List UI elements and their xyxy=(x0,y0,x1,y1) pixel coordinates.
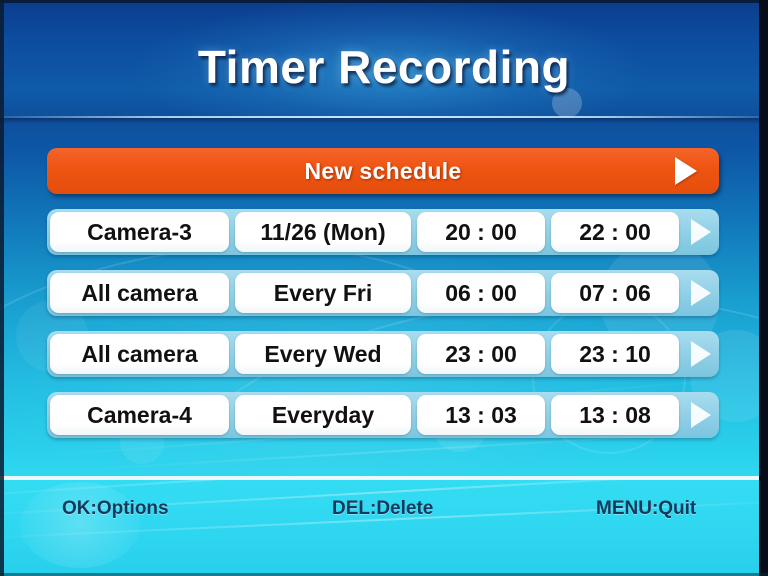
triangle-right-icon[interactable] xyxy=(682,209,719,255)
frame-edge-top xyxy=(0,0,768,3)
schedule-list: New schedule Camera-3 11/26 (Mon) 20 : 0… xyxy=(47,148,719,453)
schedule-when[interactable]: Every Fri xyxy=(235,273,411,313)
schedule-end-time[interactable]: 23 : 10 xyxy=(551,334,679,374)
page-title: Timer Recording xyxy=(197,41,571,93)
schedule-start-time[interactable]: 06 : 00 xyxy=(417,273,545,313)
new-schedule-row[interactable]: New schedule xyxy=(47,148,719,194)
triangle-right-icon[interactable] xyxy=(682,392,719,438)
triangle-right-icon[interactable] xyxy=(682,331,719,377)
table-row[interactable]: Camera-3 11/26 (Mon) 20 : 00 22 : 00 xyxy=(47,209,719,255)
new-schedule-label: New schedule xyxy=(304,157,462,184)
schedule-when[interactable]: Every Wed xyxy=(235,334,411,374)
statusbar-items: OK:Options DEL:Delete MENU:Quit xyxy=(0,480,768,540)
schedule-start-time[interactable]: 13 : 03 xyxy=(417,395,545,435)
schedule-camera[interactable]: All camera xyxy=(50,273,229,313)
triangle-right-icon[interactable] xyxy=(682,270,719,316)
schedule-camera[interactable]: Camera-4 xyxy=(50,395,229,435)
triangle-right-icon xyxy=(675,157,697,185)
statusbar-hint-ok[interactable]: OK:Options xyxy=(62,498,169,520)
frame-edge-right xyxy=(759,0,768,576)
table-row[interactable]: Camera-4 Everyday 13 : 03 13 : 08 xyxy=(47,392,719,438)
frame-edge-left xyxy=(0,0,4,576)
schedule-start-time[interactable]: 23 : 00 xyxy=(417,334,545,374)
schedule-camera[interactable]: All camera xyxy=(50,334,229,374)
statusbar: OK:Options DEL:Delete MENU:Quit xyxy=(0,480,768,576)
schedule-end-time[interactable]: 13 : 08 xyxy=(551,395,679,435)
schedule-camera[interactable]: Camera-3 xyxy=(50,212,229,252)
statusbar-hint-del[interactable]: DEL:Delete xyxy=(332,498,433,520)
schedule-end-time[interactable]: 22 : 00 xyxy=(551,212,679,252)
tv-osd-screen: Timer Recording New schedule Camera-3 11… xyxy=(0,0,768,576)
schedule-when[interactable]: 11/26 (Mon) xyxy=(235,212,411,252)
table-row[interactable]: All camera Every Fri 06 : 00 07 : 06 xyxy=(47,270,719,316)
page-title-container: Timer Recording xyxy=(0,40,768,94)
schedule-start-time[interactable]: 20 : 00 xyxy=(417,212,545,252)
table-row[interactable]: All camera Every Wed 23 : 00 23 : 10 xyxy=(47,331,719,377)
title-divider-shadow xyxy=(0,118,768,124)
schedule-end-time[interactable]: 07 : 06 xyxy=(551,273,679,313)
statusbar-hint-menu[interactable]: MENU:Quit xyxy=(596,498,696,520)
schedule-when[interactable]: Everyday xyxy=(235,395,411,435)
